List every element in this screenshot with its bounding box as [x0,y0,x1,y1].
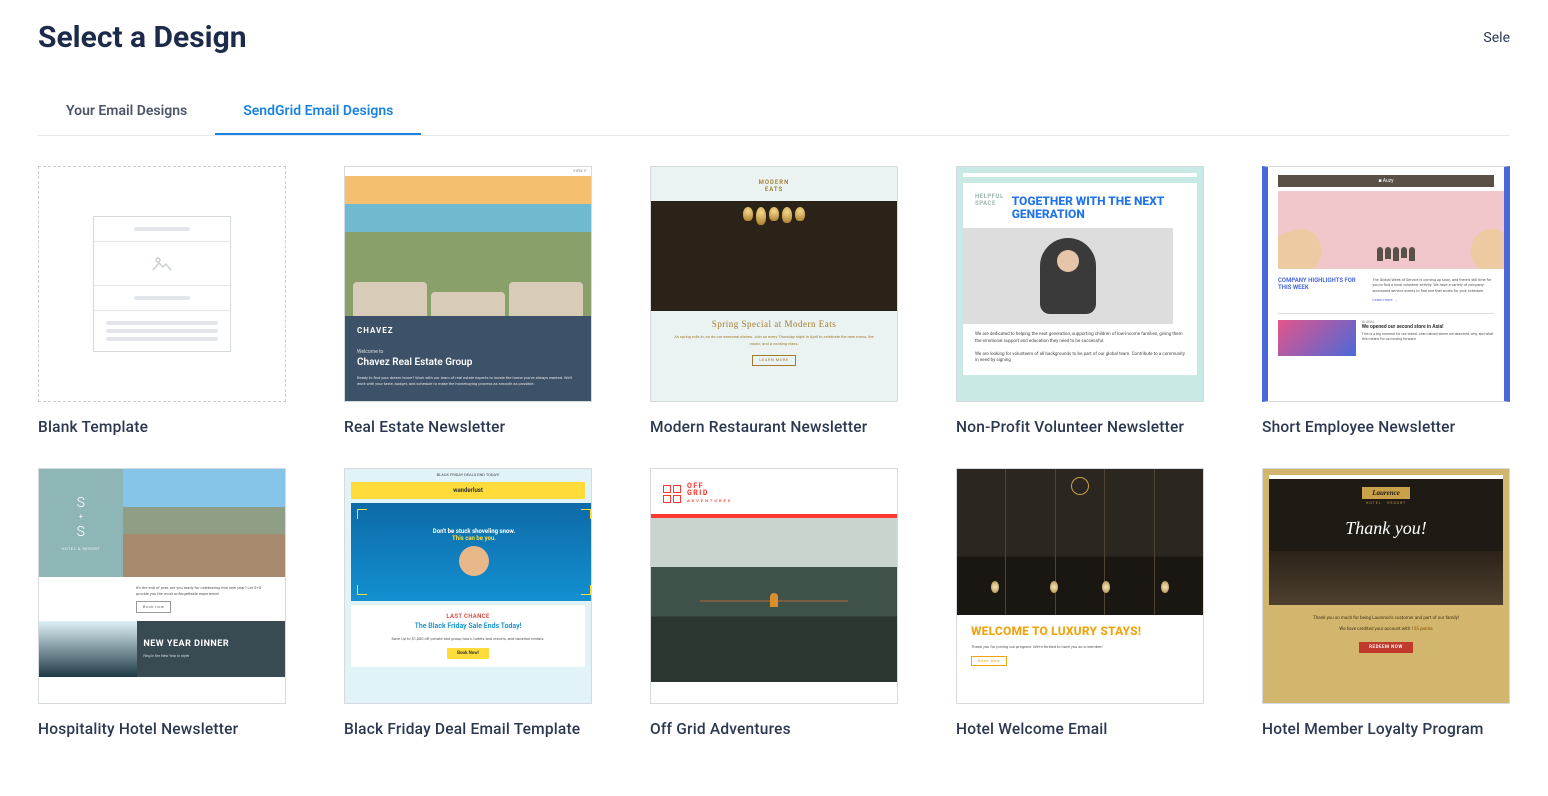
template-card-offgrid[interactable]: OFFGRIDADVENTURES Off Grid Adventures [650,468,898,738]
placeholder-icon [93,216,231,352]
template-thumb: LaurenceHOTEL · RESORT Thank you! Thank … [1262,468,1510,704]
template-title: Real Estate Newsletter [344,418,592,436]
header-right-text: Sele [1483,30,1510,46]
template-thumb: HELPFULSPACE TOGETHER WITH THE NEXT GENE… [956,166,1204,402]
template-card-blank[interactable]: Blank Template [38,166,286,436]
template-card-nonprofit[interactable]: HELPFULSPACE TOGETHER WITH THE NEXT GENE… [956,166,1204,436]
template-thumb: MODERNEATS Spring Special at Modern Eats… [650,166,898,402]
template-card-loyalty[interactable]: LaurenceHOTEL · RESORT Thank you! Thank … [1262,468,1510,738]
tab-your-designs[interactable]: Your Email Designs [38,89,215,135]
template-thumb: BLACK FRIDAY DEALS END TODAY! wanderlust… [344,468,592,704]
template-card-blackfriday[interactable]: BLACK FRIDAY DEALS END TODAY! wanderlust… [344,468,592,738]
template-title: Hospitality Hotel Newsletter [38,720,286,738]
template-card-restaurant[interactable]: MODERNEATS Spring Special at Modern Eats… [650,166,898,436]
template-title: Modern Restaurant Newsletter [650,418,898,436]
template-thumb: S + S HOTEL & RESORT It's the end of yea… [38,468,286,704]
template-card-hospitality[interactable]: S + S HOTEL & RESORT It's the end of yea… [38,468,286,738]
tab-sendgrid-designs[interactable]: SendGrid Email Designs [215,89,421,135]
template-thumb: ■ Auzy COMPANY HIGHLIGHTS FOR THIS WEEK … [1262,166,1510,402]
template-thumb: WELCOME TO LUXURY STAYS! Thank you for j… [956,468,1204,704]
template-thumb: OFFGRIDADVENTURES [650,468,898,704]
template-card-welcome[interactable]: WELCOME TO LUXURY STAYS! Thank you for j… [956,468,1204,738]
template-title: Short Employee Newsletter [1262,418,1510,436]
tabs: Your Email Designs SendGrid Email Design… [38,89,1510,136]
template-thumb [38,166,286,402]
image-icon [151,255,173,273]
template-title: Non-Profit Volunteer Newsletter [956,418,1204,436]
template-title: Blank Template [38,418,286,436]
template-grid: Blank Template VIEW IT CHAVEZ Welcome to… [38,166,1510,738]
template-thumb: VIEW IT CHAVEZ Welcome to Chavez Real Es… [344,166,592,402]
template-title: Hotel Member Loyalty Program [1262,720,1510,738]
template-card-employee[interactable]: ■ Auzy COMPANY HIGHLIGHTS FOR THIS WEEK … [1262,166,1510,436]
template-title: Hotel Welcome Email [956,720,1204,738]
template-title: Off Grid Adventures [650,720,898,738]
template-title: Black Friday Deal Email Template [344,720,592,738]
template-card-realestate[interactable]: VIEW IT CHAVEZ Welcome to Chavez Real Es… [344,166,592,436]
page-title: Select a Design [38,20,247,55]
